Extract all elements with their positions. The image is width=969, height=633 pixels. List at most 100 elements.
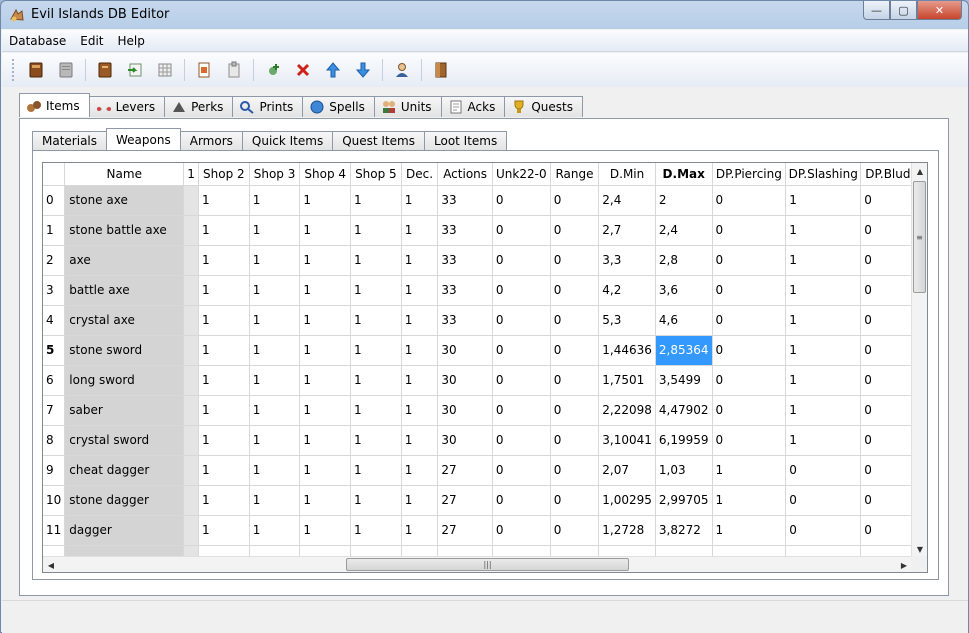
table-cell[interactable]: 1 — [299, 185, 352, 216]
table-cell[interactable]: 1,2728 — [598, 515, 656, 546]
horizontal-scroll-thumb[interactable]: ||| — [346, 558, 629, 571]
table-cell[interactable]: 2,4 — [598, 185, 656, 216]
table-cell[interactable]: 1 — [401, 395, 439, 426]
table-cell[interactable] — [183, 365, 200, 396]
table-cell[interactable]: 1 — [350, 455, 402, 486]
table-cell[interactable]: 0 — [712, 335, 787, 366]
column-header[interactable]: Shop 4 — [299, 163, 352, 186]
tab-prints[interactable]: Prints — [232, 96, 304, 117]
table-cell[interactable]: 1 — [198, 305, 250, 336]
table-cell[interactable]: 0 — [550, 275, 600, 306]
table-cell[interactable]: 1 — [198, 395, 250, 426]
row-header[interactable]: 3 — [43, 275, 66, 306]
table-cell[interactable]: 1,03 — [655, 455, 713, 486]
column-header[interactable]: Unk22-0 — [492, 163, 551, 186]
table-cell[interactable]: 1 — [712, 455, 787, 486]
table-cell[interactable]: 1 — [249, 365, 301, 396]
item-name-cell[interactable]: stone sword — [64, 335, 185, 366]
table-cell[interactable]: 1 — [350, 185, 402, 216]
user-button[interactable] — [389, 57, 415, 83]
item-name-cell[interactable]: stone axe — [64, 185, 185, 216]
table-cell[interactable]: 0 — [712, 275, 787, 306]
table-cell[interactable]: 1 — [785, 185, 862, 216]
move-up-button[interactable] — [320, 57, 346, 83]
table-cell[interactable]: 0 — [492, 245, 551, 276]
table-cell[interactable]: 1 — [198, 515, 250, 546]
maximize-button[interactable]: ▢ — [890, 1, 917, 20]
table-cell[interactable]: 1 — [350, 335, 402, 366]
copy-button[interactable] — [191, 57, 217, 83]
row-header[interactable]: 0 — [43, 185, 66, 216]
table-cell[interactable]: 1 — [350, 425, 402, 456]
table-cell[interactable]: 30 — [437, 335, 493, 366]
table-cell[interactable]: 0 — [712, 215, 787, 246]
table-cell[interactable] — [183, 215, 200, 246]
table-cell[interactable]: 1 — [249, 335, 301, 366]
row-header[interactable]: 6 — [43, 365, 66, 396]
table-cell[interactable]: 30 — [437, 395, 493, 426]
table-row[interactable]: 2 axe 1 1 1 1 1 33 0 0 3,3 2,8 0 1 0 — [43, 245, 927, 276]
table-cell[interactable]: 1 — [299, 365, 352, 396]
table-row[interactable]: 8 crystal sword 1 1 1 1 1 30 0 0 3,10041 6,19959 0 1 0 — [43, 425, 927, 456]
table-cell[interactable]: 30 — [437, 365, 493, 396]
table-cell[interactable]: 4,2 — [598, 275, 656, 306]
paste-button[interactable] — [221, 57, 247, 83]
table-cell[interactable]: 0 — [550, 485, 600, 516]
table-cell[interactable]: 33 — [437, 305, 493, 336]
tab-quests[interactable]: Quests — [504, 96, 583, 117]
table-cell[interactable]: 0 — [712, 185, 787, 216]
table-cell[interactable]: 6,19959 — [655, 425, 713, 456]
table-cell[interactable]: 0 — [712, 305, 787, 336]
table-cell[interactable]: 1 — [350, 365, 402, 396]
table-cell[interactable]: 1 — [198, 275, 250, 306]
table-cell[interactable]: 0 — [550, 245, 600, 276]
table-cell[interactable]: 0 — [492, 425, 551, 456]
table-cell[interactable]: 3,6 — [655, 275, 713, 306]
table-cell[interactable]: 4,47902 — [655, 395, 713, 426]
table-cell[interactable]: 0 — [550, 395, 600, 426]
table-cell[interactable]: 27 — [437, 515, 493, 546]
table-cell[interactable]: 2 — [655, 185, 713, 216]
item-name-cell[interactable]: crystal sword — [64, 425, 185, 456]
table-cell[interactable]: 1 — [401, 425, 439, 456]
table-cell[interactable]: 3,8272 — [655, 515, 713, 546]
book-button[interactable] — [92, 57, 118, 83]
row-header[interactable]: 5 — [43, 335, 66, 366]
table-cell[interactable]: 3,5499 — [655, 365, 713, 396]
item-name-cell[interactable]: dagger — [64, 515, 185, 546]
table-cell[interactable]: 1 — [299, 275, 352, 306]
column-header[interactable]: D.Min — [598, 163, 656, 186]
item-name-cell[interactable]: long sword — [64, 365, 185, 396]
table-cell[interactable] — [183, 245, 200, 276]
table-row[interactable]: 7 saber 1 1 1 1 1 30 0 0 2,22098 4,47902 0 1 0 — [43, 395, 927, 426]
tab-weapons[interactable]: Weapons — [106, 128, 181, 150]
table-cell[interactable]: 3,10041 — [598, 425, 656, 456]
item-name-cell[interactable]: battle axe — [64, 275, 185, 306]
close-button[interactable]: ✕ — [917, 1, 962, 20]
row-header[interactable]: 4 — [43, 305, 66, 336]
row-header[interactable]: 10 — [43, 485, 66, 516]
table-row[interactable]: 6 long sword 1 1 1 1 1 30 0 0 1,7501 3,5499 0 1 0 — [43, 365, 927, 396]
column-header[interactable]: Shop 2 — [198, 163, 250, 186]
table-corner[interactable] — [43, 163, 66, 186]
title-bar[interactable]: Evil Islands DB Editor — ▢ ✕ — [1, 1, 968, 30]
table-cell[interactable]: 1 — [785, 245, 862, 276]
tab-quick-items[interactable]: Quick Items — [241, 131, 334, 150]
column-header[interactable]: D.Max — [655, 163, 713, 186]
tab-units[interactable]: Units — [373, 96, 442, 117]
vertical-scrollbar[interactable]: ▲ ≡ ▼ — [911, 163, 927, 557]
table-row[interactable]: 10 stone dagger 1 1 1 1 1 27 0 0 1,00295 2,99705 1 0 0 — [43, 485, 927, 516]
table-cell[interactable]: 1 — [401, 485, 439, 516]
column-header[interactable]: Range — [550, 163, 600, 186]
table-cell[interactable]: 1 — [350, 275, 402, 306]
table-cell[interactable]: 0 — [492, 185, 551, 216]
table-cell[interactable]: 33 — [437, 245, 493, 276]
table-cell[interactable]: 1 — [299, 335, 352, 366]
table-cell[interactable]: 2,99705 — [655, 485, 713, 516]
item-name-cell[interactable]: crystal axe — [64, 305, 185, 336]
table-cell[interactable]: 0 — [550, 455, 600, 486]
table-cell[interactable]: 0 — [712, 365, 787, 396]
row-header[interactable]: 9 — [43, 455, 66, 486]
table-cell[interactable]: 1 — [401, 275, 439, 306]
table-cell[interactable]: 0 — [550, 305, 600, 336]
